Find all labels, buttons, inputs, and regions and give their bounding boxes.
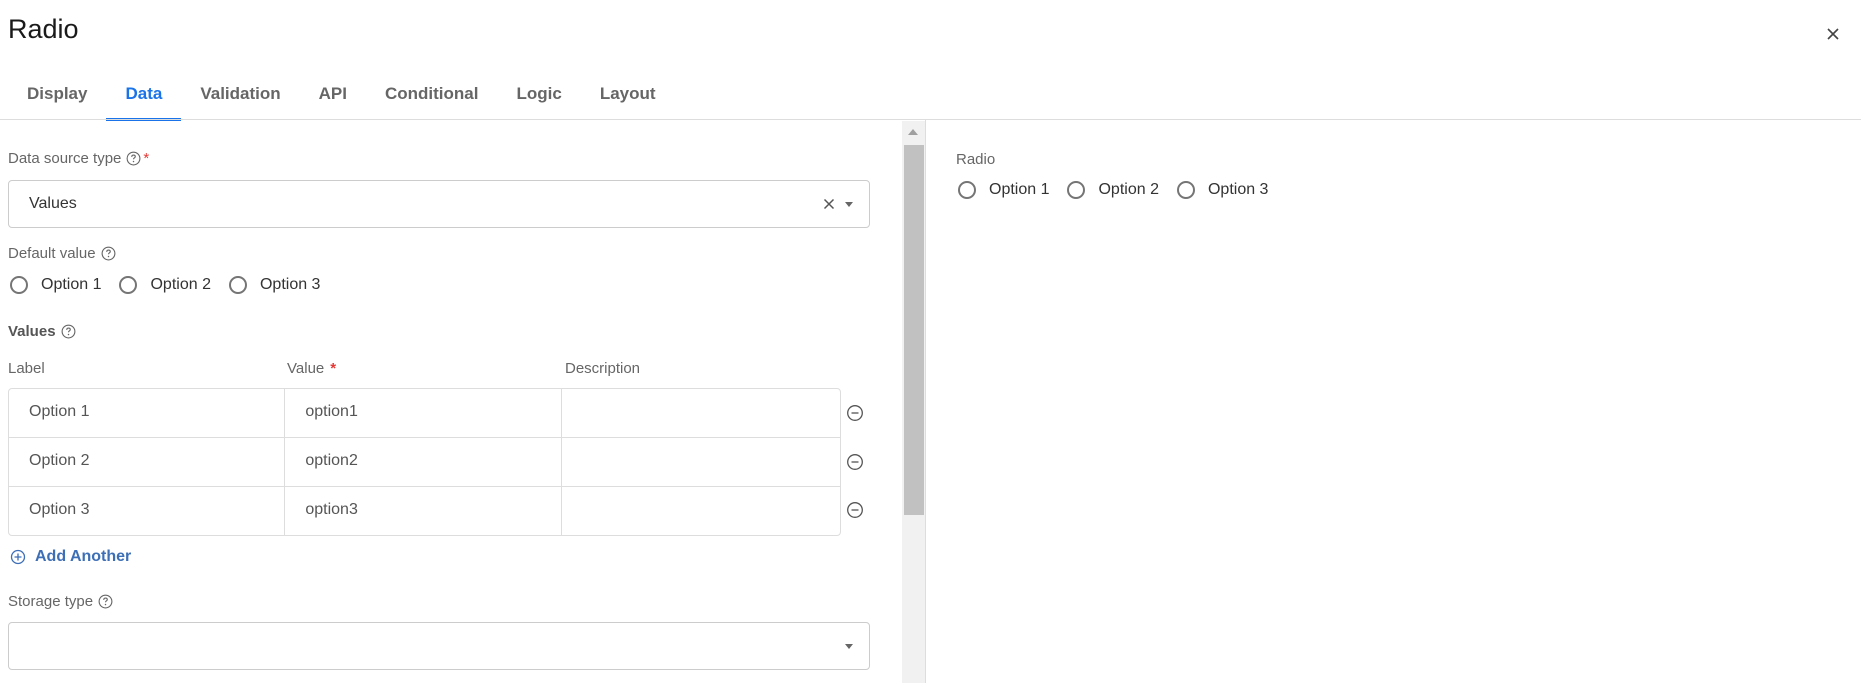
column-header-description: Description (565, 360, 641, 377)
tab-conditional[interactable]: Conditional (366, 82, 497, 118)
help-icon[interactable] (61, 324, 76, 339)
scroll-thumb[interactable] (904, 145, 924, 515)
close-button[interactable] (1819, 20, 1847, 48)
label-cell[interactable]: Option 1 (9, 389, 286, 437)
tab-logic[interactable]: Logic (497, 82, 580, 118)
preview-radio-option-1[interactable]: Option 1 (958, 181, 1049, 199)
minus-circle-icon[interactable] (846, 404, 864, 422)
default-value-label-row: Default value (8, 245, 116, 262)
radio-button[interactable] (228, 276, 247, 294)
add-another-button[interactable]: Add Another (10, 548, 131, 566)
required-asterisk: * (330, 360, 337, 377)
values-label: Values (8, 323, 56, 340)
storage-type-select[interactable] (8, 622, 870, 670)
data-source-label: Data source type (8, 150, 122, 167)
pane-divider (925, 120, 926, 683)
default-radio-option-3[interactable]: Option 3 (228, 276, 321, 294)
tab-data[interactable]: Data (106, 82, 182, 121)
data-source-value: Values (29, 195, 77, 212)
radio-label: Option 2 (150, 276, 211, 293)
radio-label: Option 1 (989, 181, 1050, 198)
radio-label: Option 1 (41, 276, 102, 293)
tab-bar: Display Data Validation API Conditional … (8, 82, 675, 121)
radio-button[interactable] (1067, 181, 1086, 199)
radio-button[interactable] (10, 276, 28, 294)
scroll-up-icon[interactable] (908, 129, 918, 135)
values-grid: Option 1 option1 Option 2 option2 Option… (8, 388, 841, 536)
default-value-radio-group: Option 1 Option 2 Option 3 (10, 276, 338, 294)
label-cell[interactable]: Option 2 (9, 438, 286, 486)
values-label-row: Values (8, 323, 76, 340)
chevron-down-icon[interactable] (845, 644, 853, 649)
radio-button[interactable] (1176, 181, 1195, 199)
column-header-value: Value (287, 360, 325, 377)
data-source-select[interactable]: Values (8, 180, 870, 228)
required-asterisk: * (143, 150, 150, 167)
column-header-label: Label (8, 360, 45, 377)
preview-radio-group: Option 1 Option 2 Option 3 (958, 181, 1286, 199)
settings-scrollbar[interactable] (902, 121, 925, 683)
preview-label: Radio (956, 151, 996, 168)
preview-radio-option-3[interactable]: Option 3 (1176, 181, 1269, 199)
radio-label: Option 3 (259, 276, 321, 293)
storage-type-label: Storage type (8, 593, 94, 610)
radio-label: Option 3 (1207, 181, 1269, 198)
description-cell[interactable] (562, 438, 840, 486)
table-row: Option 3 option3 (9, 487, 840, 535)
radio-button[interactable] (119, 276, 138, 294)
add-another-label: Add Another (35, 548, 132, 565)
description-cell[interactable] (562, 389, 840, 437)
plus-circle-icon (10, 549, 26, 565)
tab-display[interactable]: Display (8, 82, 106, 118)
default-radio-option-1[interactable]: Option 1 (10, 276, 101, 294)
help-icon[interactable] (101, 246, 116, 261)
column-header-value-row: Value * (287, 360, 336, 377)
tab-validation[interactable]: Validation (181, 82, 299, 118)
minus-circle-icon[interactable] (846, 501, 864, 519)
value-cell[interactable]: option1 (285, 389, 562, 437)
minus-circle-icon[interactable] (846, 453, 864, 471)
description-cell[interactable] (562, 487, 840, 535)
value-cell[interactable]: option2 (285, 438, 562, 486)
chevron-down-icon[interactable] (845, 202, 853, 207)
tab-layout[interactable]: Layout (581, 82, 675, 118)
table-row: Option 2 option2 (9, 438, 840, 487)
radio-button[interactable] (958, 181, 976, 199)
table-row: Option 1 option1 (9, 389, 840, 438)
clear-icon[interactable] (821, 196, 837, 212)
radio-label: Option 2 (1098, 181, 1159, 198)
default-radio-option-2[interactable]: Option 2 (119, 276, 211, 294)
dialog-title: Radio (8, 14, 79, 44)
default-value-label: Default value (8, 245, 96, 262)
tab-api[interactable]: API (300, 82, 366, 118)
value-cell[interactable]: option3 (285, 487, 562, 535)
help-icon[interactable] (98, 594, 113, 609)
help-icon[interactable] (126, 151, 141, 166)
close-icon (1827, 28, 1839, 40)
storage-type-label-row: Storage type (8, 593, 113, 610)
preview-radio-option-2[interactable]: Option 2 (1067, 181, 1159, 199)
label-cell[interactable]: Option 3 (9, 487, 286, 535)
data-source-label-row: Data source type * (8, 150, 149, 167)
